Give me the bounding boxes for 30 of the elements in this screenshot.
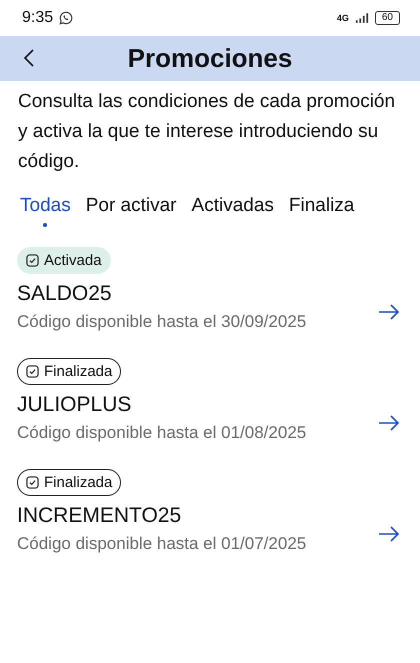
signal-icon xyxy=(354,12,369,24)
battery-indicator: 60 xyxy=(374,11,400,25)
filter-tab[interactable]: Finaliza xyxy=(288,195,354,229)
filter-tab[interactable]: Por activar xyxy=(86,195,177,229)
badge-label: Activada xyxy=(44,252,102,269)
filter-tab[interactable]: Todas xyxy=(20,195,71,229)
back-icon[interactable] xyxy=(23,48,35,68)
status-time: 9:35 xyxy=(22,9,54,27)
network-type: 4G xyxy=(336,13,349,23)
promotion-item[interactable]: Finalizada INCREMENTO25 Código disponible hasta el 01/07/2025 xyxy=(17,469,402,554)
check-icon xyxy=(26,476,39,489)
check-icon xyxy=(26,254,39,267)
availability-text: Código disponible hasta el 30/09/2025 xyxy=(17,312,306,332)
availability-text: Código disponible hasta el 01/07/2025 xyxy=(17,534,306,554)
badge-label: Finalizada xyxy=(44,474,112,491)
promotion-item[interactable]: Finalizada JULIOPLUS Código disponible hasta el 01/08/2025 xyxy=(17,358,402,443)
arrow-right-icon[interactable] xyxy=(378,304,400,320)
filter-tab[interactable]: Activadas xyxy=(192,195,274,229)
promo-code: INCREMENTO25 xyxy=(17,504,182,528)
page-title: Promociones xyxy=(128,43,292,74)
check-icon xyxy=(26,365,39,378)
intro-text: Consulta las condiciones de cada promoción y activa la que te interese introduciendo su código. xyxy=(18,90,396,174)
badge-label: Finalizada xyxy=(44,363,112,380)
promo-code: JULIOPLUS xyxy=(17,393,132,417)
promo-code: SALDO25 xyxy=(17,282,112,306)
arrow-right-icon[interactable] xyxy=(378,526,400,542)
chat-app-icon xyxy=(59,11,74,25)
promotion-item[interactable]: Activada SALDO25 Código disponible hasta el 30/09/2025 xyxy=(17,247,402,332)
arrow-right-icon[interactable] xyxy=(378,415,400,431)
availability-text: Código disponible hasta el 01/08/2025 xyxy=(17,423,306,443)
